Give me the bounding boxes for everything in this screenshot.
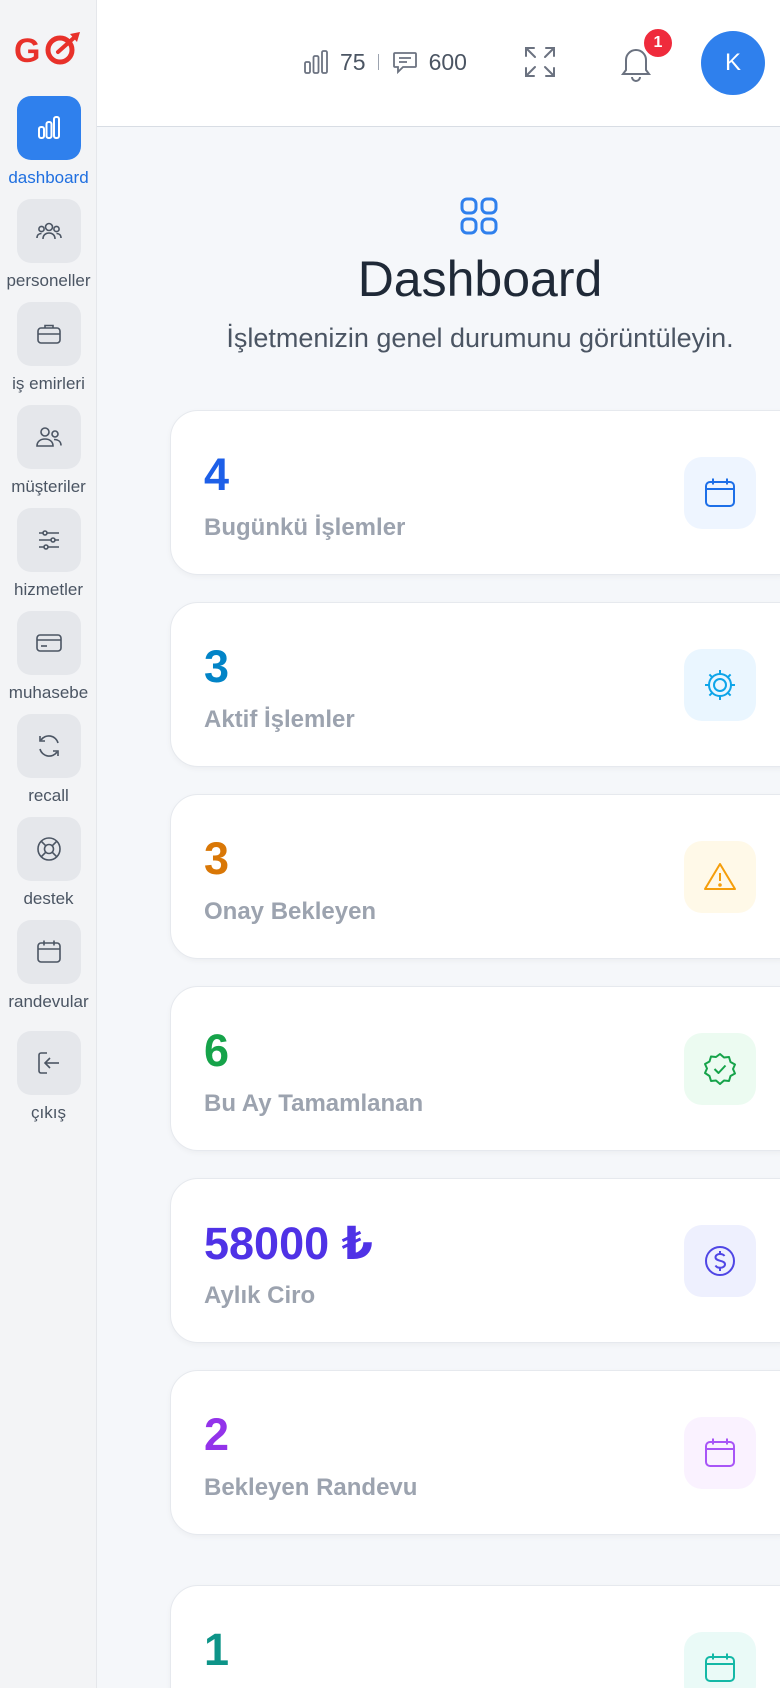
sidebar-button-cikis[interactable] (16, 1031, 81, 1095)
notification-badge: 1 (642, 27, 674, 59)
sidebar-button-is-emirleri[interactable] (16, 302, 81, 366)
card-icon-box (684, 457, 756, 529)
calendar-icon (705, 1438, 735, 1467)
sidebar-item-label: randevular (8, 992, 89, 1011)
calendar-icon (705, 478, 735, 507)
card-value: 58000 ₺ (204, 1218, 373, 1269)
sidebar-item-cikis[interactable]: çıkış (0, 1031, 97, 1123)
sidebar-button-musteriler[interactable] (16, 405, 81, 469)
sidebar-item-is-emirleri[interactable]: iş emirleri (0, 302, 97, 394)
card-icon-box (684, 1033, 756, 1105)
sidebar-item-hizmetler[interactable]: hizmetler (0, 508, 97, 600)
card-label: Aktif İşlemler (204, 706, 355, 733)
stat-card-completed-this-month[interactable]: 6 Bu Ay Tamamlanan (170, 986, 780, 1151)
page-subtitle: İşletmenizin genel durumunu görüntüleyin… (226, 323, 734, 353)
users-icon (35, 427, 62, 447)
card-label: Bekleyen Randevu (204, 1474, 418, 1501)
users-group-icon (35, 222, 62, 240)
chart-stat-value: 75 (340, 48, 366, 75)
card-icon-box (684, 649, 756, 721)
sliders-icon (38, 530, 59, 550)
sidebar-item-label: iş emirleri (12, 374, 85, 393)
stat-card-active-operations[interactable]: 3 Aktif İşlemler (170, 602, 780, 767)
sidebar-button-dashboard[interactable] (16, 96, 81, 160)
card-label: Bugünkü İşlemler (204, 514, 406, 541)
sidebar-item-personeller[interactable]: personeller (0, 199, 97, 291)
sidebar-button-recall[interactable] (16, 714, 81, 778)
warning-icon (704, 863, 736, 890)
card-value: 1 (204, 1624, 230, 1675)
card-label: Bu Ay Tamamlanan (204, 1090, 424, 1117)
sidebar-item-label: hizmetler (14, 580, 83, 599)
stat-card-pending-appointments[interactable]: 2 Bekleyen Randevu (170, 1370, 780, 1535)
card-icon-box (684, 841, 756, 913)
fullscreen-button[interactable] (522, 44, 558, 80)
refresh-icon (38, 735, 59, 757)
sidebar-item-label: muhasebe (8, 683, 89, 702)
card-icon-box (684, 1225, 756, 1297)
sidebar-item-label: dashboard (8, 168, 89, 187)
check-badge-icon (704, 1053, 736, 1085)
sidebar-button-randevular[interactable] (16, 920, 81, 984)
stat-card-monthly-revenue[interactable]: 58000 ₺ Aylık Ciro (170, 1178, 780, 1343)
card-icon-box (684, 1417, 756, 1489)
page-title: Dashboard (357, 251, 603, 307)
sidebar-button-personeller[interactable] (16, 199, 81, 263)
bar-chart-icon (302, 48, 330, 76)
card-value: 6 (204, 1025, 230, 1076)
go-logo-icon: G (14, 32, 80, 70)
stat-card-appointments[interactable]: 1 (170, 1585, 780, 1688)
brand-logo[interactable]: G (14, 30, 84, 70)
sidebar-item-muhasebe[interactable]: muhasebe (0, 611, 97, 703)
dollar-icon (705, 1246, 735, 1276)
sidebar-item-recall[interactable]: recall (0, 714, 97, 806)
card-value: 3 (204, 641, 230, 692)
stat-card-todays-operations[interactable]: 4 Bugünkü İşlemler (170, 410, 780, 575)
message-icon (391, 48, 419, 76)
top-header: 75 600 1 K (97, 0, 780, 127)
sidebar-button-hizmetler[interactable] (16, 508, 81, 572)
card-value: 3 (204, 833, 230, 884)
calendar-icon (36, 940, 61, 963)
lifebuoy-icon (36, 837, 61, 861)
sidebar-button-destek[interactable] (16, 817, 81, 881)
sidebar-item-label: müşteriler (11, 477, 86, 496)
gear-icon (705, 670, 735, 700)
sidebar-item-dashboard[interactable]: dashboard (0, 96, 97, 188)
sidebar-item-musteriler[interactable]: müşteriler (0, 405, 97, 497)
stat-card-pending-approval[interactable]: 3 Onay Bekleyen (170, 794, 780, 959)
sidebar-item-label: recall (28, 786, 69, 805)
sidebar-button-muhasebe[interactable] (16, 611, 81, 675)
logout-icon (37, 1052, 59, 1074)
sidebar-item-label: çıkış (31, 1103, 66, 1122)
sidebar-item-label: personeller (6, 271, 91, 290)
sidebar-item-randevular[interactable]: randevular (0, 920, 97, 1012)
briefcase-icon (36, 324, 61, 344)
svg-text:G: G (14, 32, 40, 70)
grid-icon (458, 195, 500, 237)
card-icon-box (684, 1632, 756, 1688)
sidebar-item-destek[interactable]: destek (0, 817, 97, 909)
sidebar: G dashboard personeller iş emirleri müşt… (0, 0, 97, 1688)
calendar-icon (705, 1653, 735, 1682)
stat-divider (377, 54, 379, 70)
message-stat-value: 600 (428, 48, 467, 75)
card-label: Aylık Ciro (204, 1282, 316, 1309)
card-value: 4 (204, 449, 230, 500)
credit-card-icon (35, 634, 62, 652)
expand-icon (525, 47, 555, 77)
header-stats: 75 600 (302, 44, 467, 80)
avatar[interactable]: K (701, 31, 765, 95)
sidebar-item-label: destek (23, 889, 74, 908)
bar-chart-icon (37, 116, 60, 139)
card-label: Onay Bekleyen (204, 898, 377, 925)
card-value: 2 (204, 1409, 230, 1460)
